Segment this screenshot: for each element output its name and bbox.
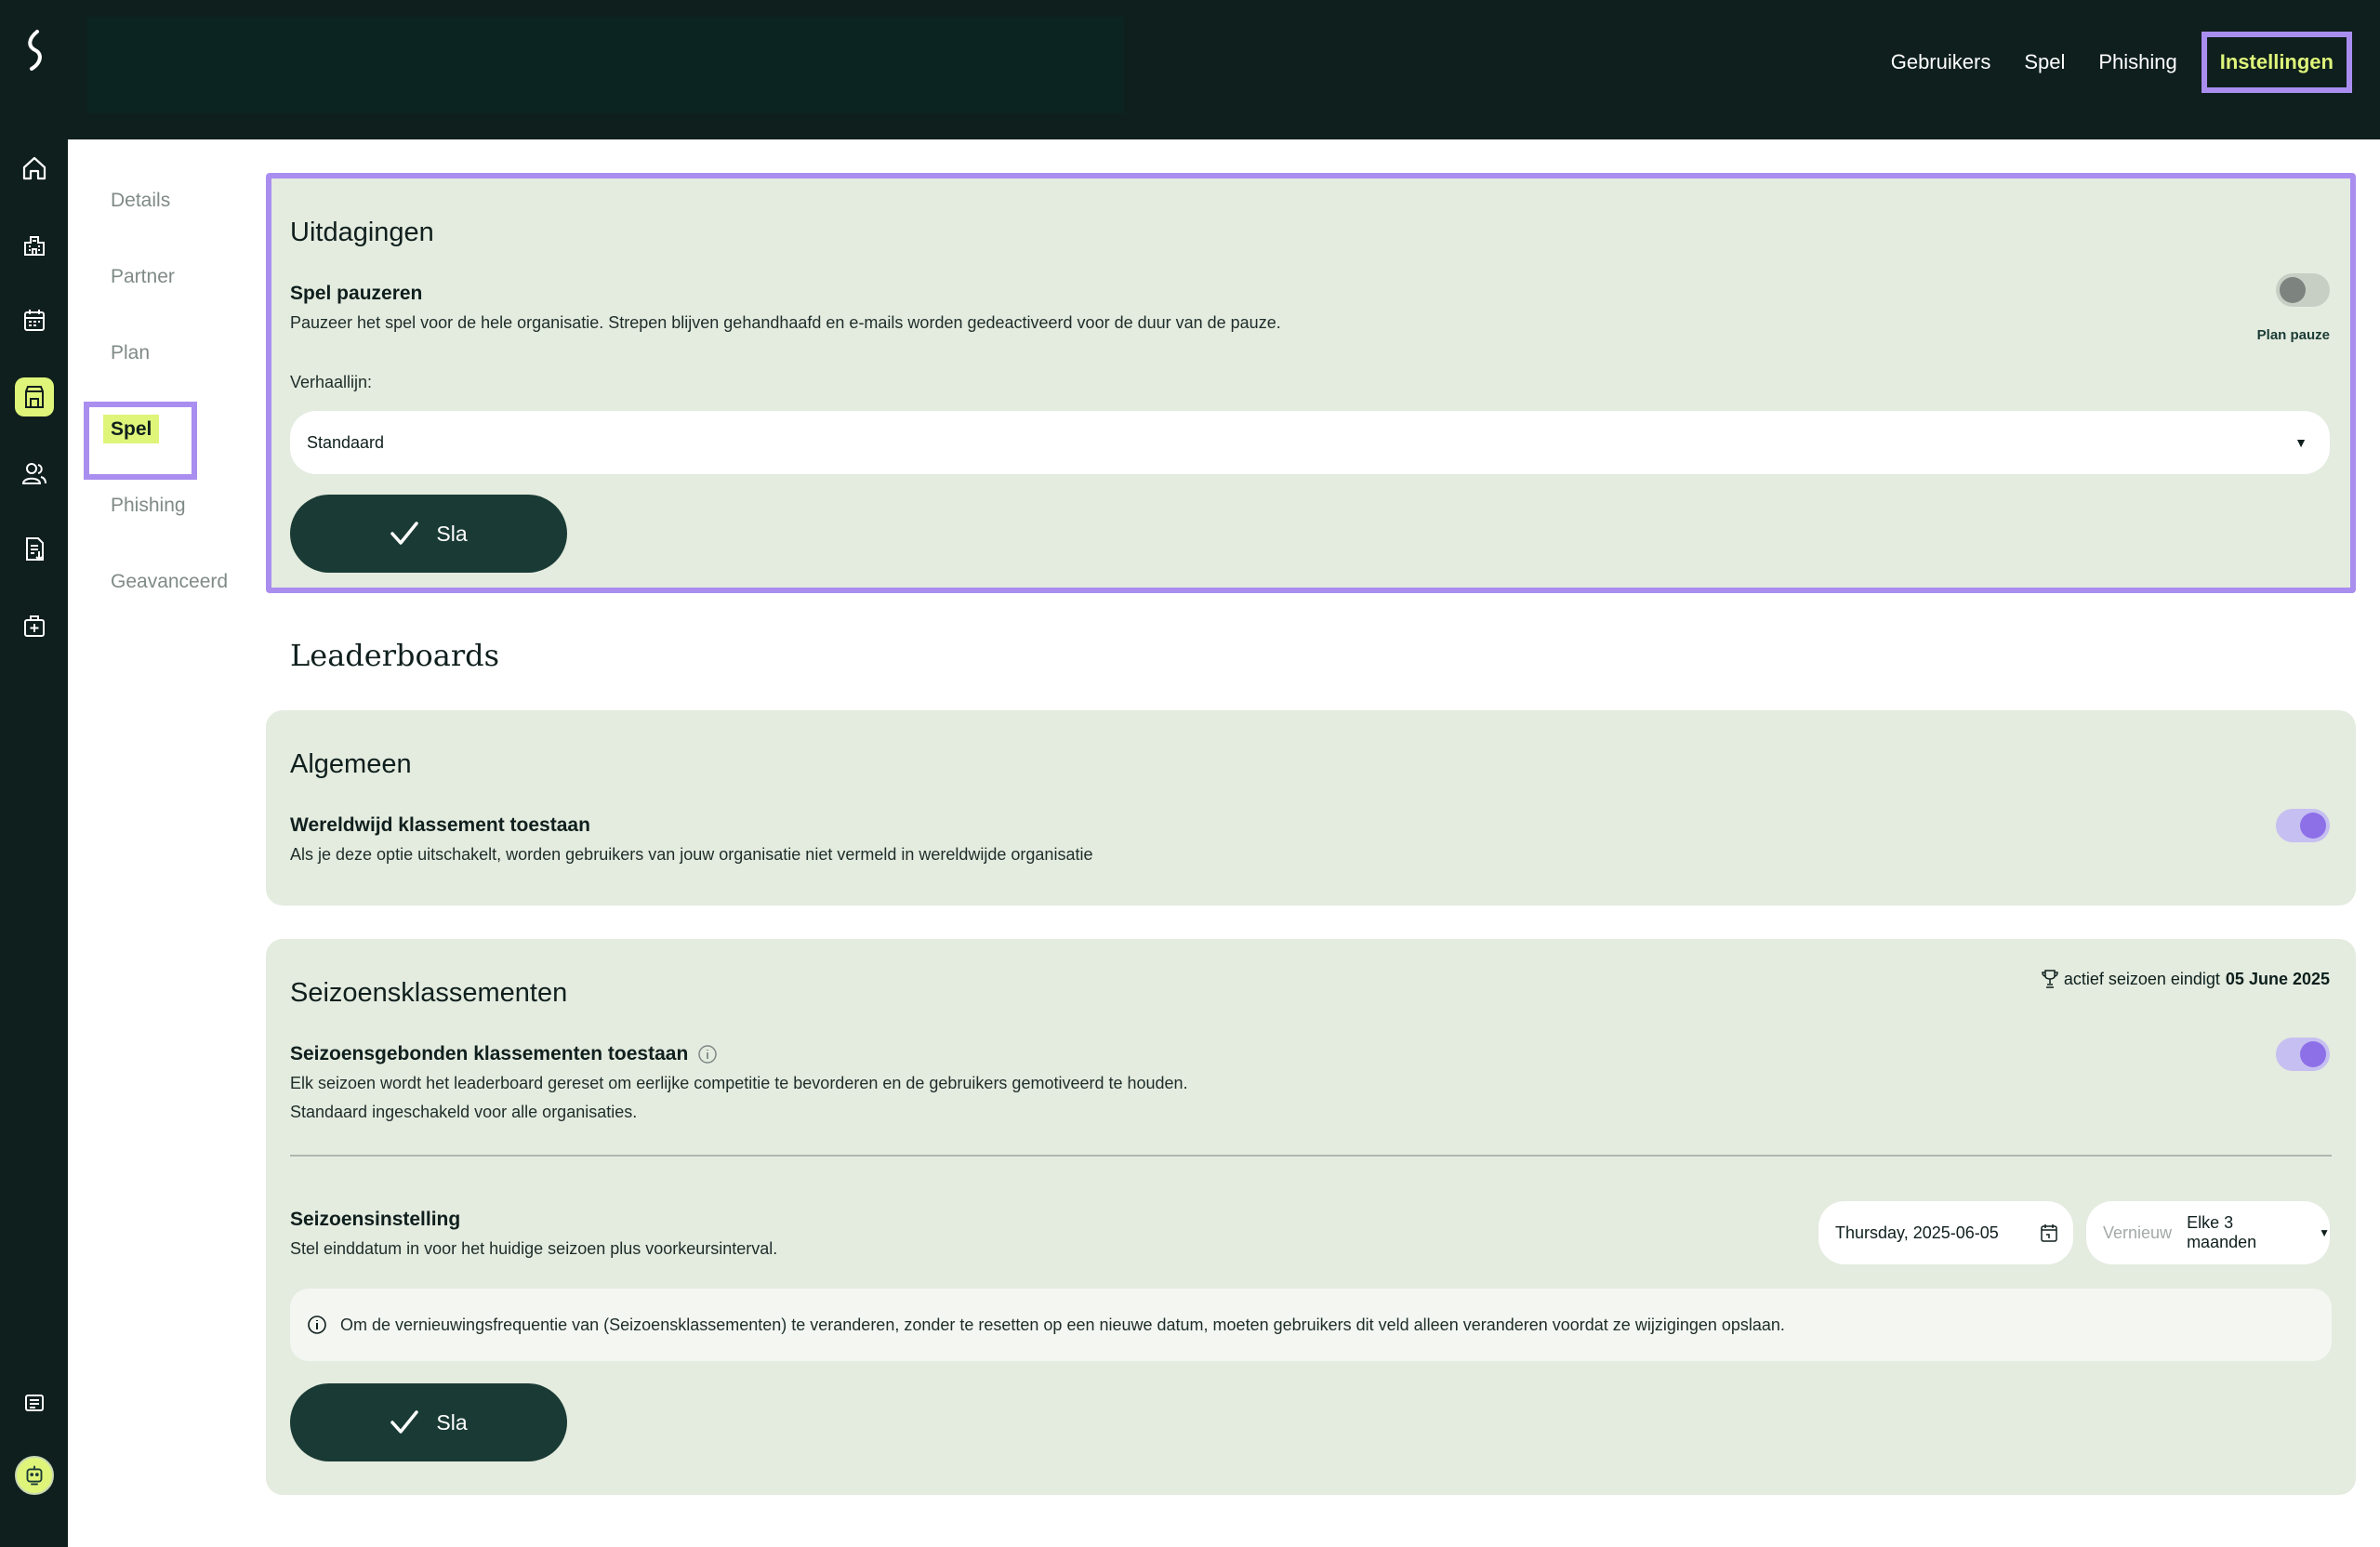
user-avatar[interactable] — [15, 1456, 54, 1495]
info-icon[interactable] — [697, 1044, 718, 1064]
subnav-partner[interactable]: Partner — [84, 253, 251, 329]
trophy-icon — [2042, 970, 2058, 988]
topnav-phishing[interactable]: Phishing — [2082, 32, 2193, 93]
season-setting-description: Stel einddatum in voor het huidige seizo… — [290, 1239, 778, 1258]
seasons-card: Seizoensklassementen actief seizoen eind… — [266, 939, 2356, 1495]
seasons-title: Seizoensklassementen — [290, 978, 568, 1008]
topnav-gebruikers[interactable]: Gebruikers — [1874, 32, 2008, 93]
storyline-select[interactable]: Standaard ▼ — [290, 411, 2330, 474]
users-icon[interactable] — [15, 454, 54, 493]
storyline-label: Verhaallijn: — [290, 373, 373, 391]
info-circle-icon — [308, 1316, 326, 1334]
pause-game-description: Pauzeer het spel voor de hele organisati… — [290, 313, 1281, 332]
global-ranking-description: Als je deze optie uitschakelt, worden ge… — [290, 845, 1093, 864]
season-end-date-value: Thursday, 2025-06-05 — [1835, 1223, 1999, 1242]
subnav-phishing[interactable]: Phishing — [84, 482, 251, 558]
active-season-prefix: actief seizoen eindigt — [2063, 969, 2220, 988]
top-bar: Gebruikers Spel Phishing Instellingen — [68, 0, 2380, 139]
plan-pause-link[interactable]: Plan pauze — [2257, 327, 2330, 343]
renew-interval-select[interactable]: Vernieuw Elke 3 maanden ▼ — [2086, 1201, 2330, 1264]
global-ranking-title: Wereldwijd klassement toestaan — [290, 814, 590, 836]
pause-game-title: Spel pauzeren — [290, 283, 423, 304]
active-season-info: actief seizoen eindigt 05 June 2025 — [2042, 969, 2330, 989]
pause-game-toggle[interactable] — [2276, 273, 2330, 307]
medical-kit-icon[interactable] — [15, 606, 54, 645]
seasons-save-button[interactable]: Sla — [290, 1383, 567, 1461]
season-setting-title: Seizoensinstelling — [290, 1209, 461, 1230]
messages-icon[interactable] — [15, 1383, 54, 1422]
calendar-picker-icon[interactable] — [2040, 1223, 2058, 1243]
subnav-geavanceerd[interactable]: Geavanceerd — [84, 558, 251, 634]
seasonal-ranking-toggle[interactable] — [2276, 1038, 2330, 1071]
top-navigation: Gebruikers Spel Phishing Instellingen — [1874, 32, 2352, 93]
seasonal-allow-description: Elk seizoen wordt het leaderboard gerese… — [290, 1074, 1188, 1121]
global-ranking-toggle[interactable] — [2276, 809, 2330, 842]
renew-value: Elke 3 maanden — [2187, 1213, 2257, 1251]
challenges-card: Uitdagingen Spel pauzeren Pauzeer het sp… — [266, 173, 2356, 593]
general-title: Algemeen — [290, 749, 412, 779]
challenges-save-button[interactable]: Sla — [290, 495, 567, 573]
info-notice-text: Om de vernieuwingsfrequentie van (Seizoe… — [340, 1315, 1785, 1334]
organization-icon[interactable] — [15, 225, 54, 264]
topnav-instellingen[interactable]: Instellingen — [2201, 32, 2352, 93]
settings-subnav: Details Partner Plan Spel Phishing Geava… — [84, 177, 251, 634]
season-end-date-input[interactable]: Thursday, 2025-06-05 — [1818, 1201, 2073, 1264]
organization-banner — [86, 17, 1124, 113]
report-icon[interactable] — [15, 530, 54, 569]
leaderboards-heading: Leaderboards — [290, 638, 500, 673]
game-store-icon[interactable] — [15, 377, 54, 416]
checkmark-icon — [390, 1410, 419, 1434]
storyline-value: Standaard — [307, 432, 385, 452]
renew-placeholder: Vernieuw — [2103, 1223, 2173, 1242]
subnav-details[interactable]: Details — [84, 177, 251, 253]
brand-logo-icon[interactable] — [17, 26, 52, 74]
active-season-date: 05 June 2025 — [2225, 969, 2330, 988]
home-icon[interactable] — [15, 149, 54, 188]
challenges-title: Uitdagingen — [290, 218, 434, 247]
bottom-edge — [68, 1525, 2380, 1547]
section-divider — [290, 1155, 2332, 1157]
info-notice: Om de vernieuwingsfrequentie van (Seizoe… — [290, 1289, 2332, 1361]
left-rail — [0, 0, 68, 1547]
topnav-spel[interactable]: Spel — [2007, 32, 2082, 93]
robot-avatar-icon — [26, 1465, 43, 1486]
chevron-down-icon: ▼ — [2319, 1226, 2330, 1239]
seasonal-allow-title-row: Seizoensgebonden klassementen toestaan — [290, 1043, 718, 1065]
general-card: Algemeen Wereldwijd klassement toestaan … — [266, 710, 2356, 906]
chevron-down-icon: ▼ — [2294, 435, 2307, 450]
subnav-spel[interactable]: Spel — [84, 402, 251, 482]
subnav-plan[interactable]: Plan — [84, 329, 251, 405]
calendar-icon[interactable] — [15, 301, 54, 340]
checkmark-icon — [390, 522, 419, 545]
seasonal-allow-title: Seizoensgebonden klassementen toestaan — [290, 1043, 689, 1064]
